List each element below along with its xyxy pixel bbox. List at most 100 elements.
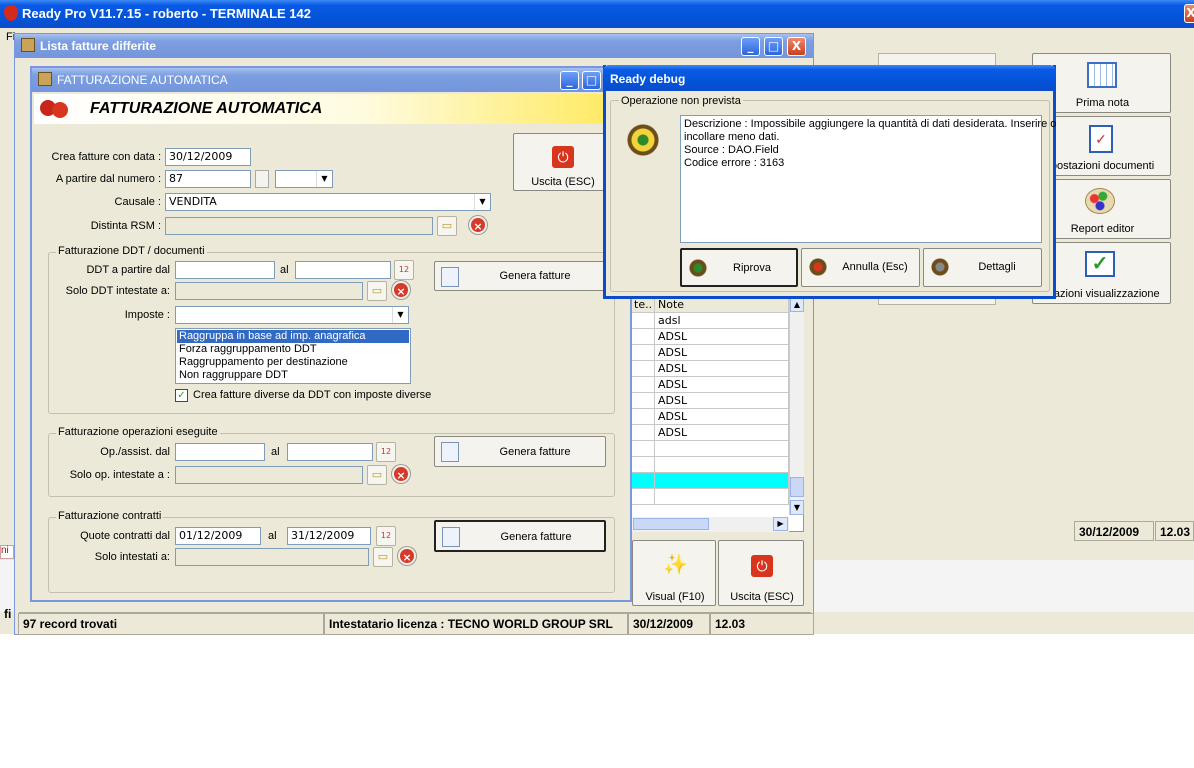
imposte-checkbox[interactable]: ✓ (175, 389, 188, 402)
grid-cell-partial[interactable] (631, 329, 655, 345)
grid-cell-partial[interactable] (631, 457, 655, 473)
ddt-group-title: Fatturazione DDT / documenti (56, 245, 207, 257)
debug-message-line: Source : DAO.Field (684, 144, 779, 156)
op-solo-field[interactable] (175, 466, 363, 484)
ddt-from-field[interactable] (175, 261, 275, 279)
numero-field[interactable]: 87 (165, 170, 251, 188)
grid-cell-note[interactable] (655, 489, 789, 505)
fatt-window: FATTURAZIONE AUTOMATICA _ □ FATTURAZIONE… (30, 66, 632, 602)
fatt-maximize-button[interactable]: □ (582, 71, 601, 90)
grid-cell-note[interactable] (655, 473, 789, 489)
op-clear-icon[interactable]: × (392, 465, 410, 483)
grid-cell-partial[interactable] (631, 393, 655, 409)
op-folder-icon[interactable]: ▭ (367, 465, 387, 485)
grid-cell-note[interactable]: ADSL (655, 393, 789, 409)
causale-value: VENDITA (169, 195, 217, 208)
op-from-field[interactable] (175, 443, 265, 461)
raggruppamento-option[interactable]: Non raggruppare DDT (177, 369, 288, 382)
ddt-calendar-icon[interactable]: 12 (394, 260, 414, 280)
grid-cell-partial[interactable] (631, 361, 655, 377)
grid-cell-note[interactable]: ADSL (655, 425, 789, 441)
contr-calendar-icon[interactable]: 12 (376, 526, 396, 546)
grid-cell-note[interactable]: ADSL (655, 361, 789, 377)
crea-date-field[interactable]: 30/12/2009 (165, 148, 251, 166)
debug-message-box[interactable]: Descrizione : Impossibile aggiungere la … (680, 115, 1056, 243)
chevron-down-icon[interactable]: ▼ (392, 307, 408, 323)
contr-to-field[interactable]: 31/12/2009 (287, 527, 371, 545)
dettagli-label: Dettagli (978, 261, 1016, 273)
causale-label: Causale : (114, 196, 161, 208)
fatt-uscita-button[interactable]: ⏻ Uscita (ESC) (513, 133, 611, 191)
raggruppamento-option[interactable]: Raggruppamento per destinazione (177, 356, 348, 369)
lista-minimize-button[interactable]: _ (741, 37, 760, 56)
ddt-clear-icon[interactable]: × (392, 281, 410, 299)
lista-uscita-button[interactable]: ⏻ Uscita (ESC) (718, 540, 804, 606)
scroll-right-icon[interactable]: ▶ (773, 517, 788, 531)
hscroll-thumb[interactable] (633, 518, 709, 530)
grid-horizontal-scrollbar[interactable]: ▶ (631, 517, 789, 532)
dettagli-button[interactable]: Dettagli (923, 248, 1042, 287)
chevron-down-icon[interactable]: ▼ (316, 171, 332, 187)
contr-solo-label: Solo intestati a: (94, 551, 170, 563)
grid-cell-partial[interactable] (631, 425, 655, 441)
checklist-icon: ✓ (1089, 125, 1113, 153)
raggruppamento-option[interactable]: Forza raggruppamento DDT (177, 343, 317, 356)
contr-clear-icon[interactable]: × (398, 547, 416, 565)
grid-cell-note[interactable] (655, 457, 789, 473)
op-calendar-icon[interactable]: 12 (376, 442, 396, 462)
grid-cell-note[interactable]: ADSL (655, 329, 789, 345)
lista-title-bar: Lista fatture differite _ □ X (15, 34, 813, 58)
grid-cell-partial[interactable] (631, 473, 655, 489)
grid-cell-note[interactable]: adsl (655, 313, 789, 329)
grid-cell-partial[interactable] (631, 409, 655, 425)
causale-select[interactable]: VENDITA ▼ (165, 193, 491, 211)
ddt-genera-label: Genera fatture (499, 270, 571, 282)
op-genera-button[interactable]: Genera fatture (434, 436, 606, 467)
contr-folder-icon[interactable]: ▭ (373, 547, 393, 567)
distinta-field[interactable] (165, 217, 433, 235)
contr-solo-field[interactable] (175, 548, 369, 566)
distinta-folder-icon[interactable]: ▭ (437, 216, 457, 236)
crea-label: Crea fatture con data : (51, 151, 161, 163)
ddt-genera-button[interactable]: Genera fatture (434, 261, 606, 291)
chevron-down-icon[interactable]: ▼ (474, 194, 490, 210)
lista-maximize-button[interactable]: □ (764, 37, 783, 56)
annulla-button[interactable]: Annulla (Esc) (801, 248, 920, 287)
ddt-to-field[interactable] (295, 261, 391, 279)
op-from-label: Op./assist. dal (100, 446, 170, 458)
imposte-select[interactable]: ▼ (175, 306, 409, 324)
scroll-thumb[interactable] (790, 477, 804, 497)
grid-cell-partial[interactable] (631, 345, 655, 361)
grid-header-partial[interactable]: te.. (631, 297, 655, 313)
grid-cell-partial[interactable] (631, 489, 655, 505)
ddt-folder-icon[interactable]: ▭ (367, 281, 387, 301)
contr-from-field[interactable]: 01/12/2009 (175, 527, 261, 545)
numero-suffix-select[interactable]: ▼ (275, 170, 333, 188)
grid-header-note[interactable]: Note (655, 297, 789, 313)
grid-vertical-scrollbar[interactable]: ▲ ▼ (789, 297, 804, 515)
scroll-down-icon[interactable]: ▼ (790, 500, 804, 515)
riprova-button[interactable]: Riprova (680, 248, 798, 287)
ddt-solo-field[interactable] (175, 282, 363, 300)
app-close-button[interactable]: X (1184, 4, 1194, 23)
distinta-label: Distinta RSM : (90, 220, 161, 232)
raggruppamento-list[interactable]: Raggruppa in base ad imp. anagrafica For… (175, 328, 411, 384)
numero-spin-button[interactable] (255, 170, 269, 188)
grid-cell-note[interactable]: ADSL (655, 377, 789, 393)
contr-genera-button[interactable]: Genera fatture (434, 520, 606, 552)
scroll-up-icon[interactable]: ▲ (790, 297, 804, 312)
op-to-field[interactable] (287, 443, 373, 461)
distinta-clear-icon[interactable]: × (469, 216, 487, 234)
raggruppamento-option-selected[interactable]: Raggruppa in base ad imp. anagrafica (177, 330, 409, 343)
grid-cell-partial[interactable] (631, 377, 655, 393)
fatt-minimize-button[interactable]: _ (560, 71, 579, 90)
grid-cell-note[interactable]: ADSL (655, 409, 789, 425)
calendar-icon (1087, 62, 1117, 88)
grid-cell-note[interactable] (655, 441, 789, 457)
grid-cell-partial[interactable] (631, 313, 655, 329)
lista-close-button[interactable]: X (787, 37, 806, 56)
visual-button[interactable]: ✨ Visual (F10) (632, 540, 716, 606)
power-icon: ⏻ (552, 146, 574, 168)
grid-cell-note[interactable]: ADSL (655, 345, 789, 361)
grid-cell-partial[interactable] (631, 441, 655, 457)
